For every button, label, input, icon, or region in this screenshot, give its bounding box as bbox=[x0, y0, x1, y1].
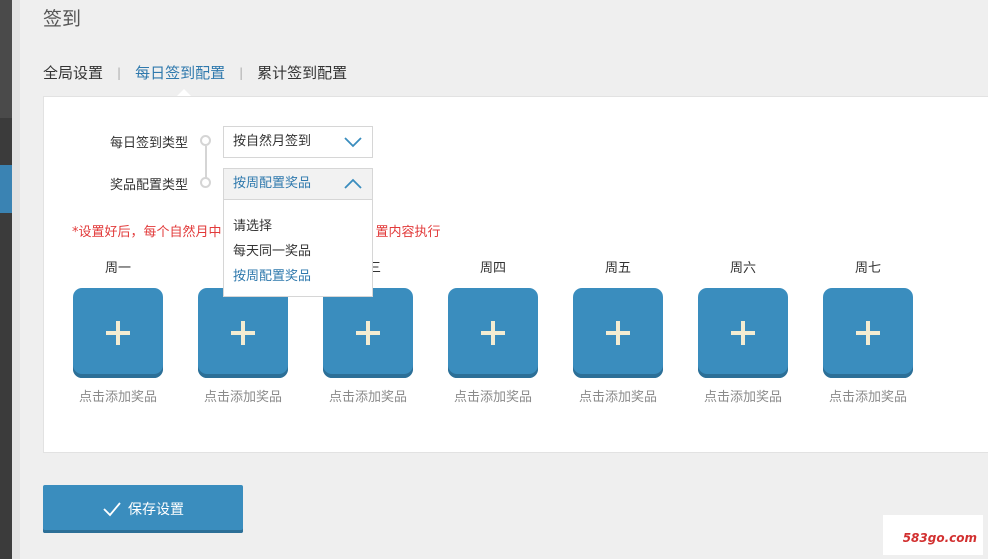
sidebar-dark-block bbox=[0, 0, 12, 118]
step-dot bbox=[200, 135, 211, 146]
add-prize-button[interactable] bbox=[73, 288, 163, 378]
watermark-text: 583go.com bbox=[902, 531, 977, 545]
dropdown-option[interactable]: 每天同一奖品 bbox=[224, 239, 372, 264]
page-title: 签到 bbox=[43, 8, 82, 30]
day-name: 周四 bbox=[479, 261, 506, 276]
add-prize-button[interactable] bbox=[698, 288, 788, 378]
watermark: 583go.com bbox=[883, 515, 983, 555]
add-prize-button[interactable] bbox=[198, 288, 288, 378]
save-button-label: 保存设置 bbox=[128, 502, 184, 518]
day-column: 周四 点击添加奖品 bbox=[448, 260, 538, 405]
prize-type-select[interactable]: 按周配置奖品 bbox=[223, 168, 373, 200]
sidebar-active-indicator[interactable] bbox=[0, 165, 12, 213]
day-column: 周五 点击添加奖品 bbox=[573, 260, 663, 405]
warning-text-right: 置内容执行 bbox=[375, 225, 441, 240]
day-name: 周五 bbox=[604, 261, 631, 276]
add-prize-button[interactable] bbox=[323, 288, 413, 378]
plus-icon bbox=[231, 321, 255, 345]
add-prize-button[interactable] bbox=[823, 288, 913, 378]
day-name: 周一 bbox=[104, 261, 131, 276]
plus-icon bbox=[481, 321, 505, 345]
prize-type-value: 按周配置奖品 bbox=[233, 176, 312, 191]
plus-icon bbox=[106, 321, 130, 345]
add-prize-label[interactable]: 点击添加奖品 bbox=[318, 386, 418, 405]
tab-global-settings[interactable]: 全局设置 bbox=[43, 62, 103, 83]
warning-text-left: *设置好后，每个自然月中 bbox=[72, 225, 222, 240]
plus-icon bbox=[356, 321, 380, 345]
weekly-prize-grid: 周一 点击添加奖品 周二 点击添加奖品 周三 点击添加奖品 周四 点击添加奖品 … bbox=[73, 260, 923, 410]
plus-icon bbox=[856, 321, 880, 345]
step-dot bbox=[200, 177, 211, 188]
add-prize-label[interactable]: 点击添加奖品 bbox=[68, 386, 168, 405]
left-sidebar-strip bbox=[0, 0, 12, 559]
save-settings-button[interactable]: 保存设置 bbox=[43, 485, 243, 533]
day-column: 周一 点击添加奖品 bbox=[73, 260, 163, 405]
plus-icon bbox=[731, 321, 755, 345]
add-prize-label[interactable]: 点击添加奖品 bbox=[443, 386, 543, 405]
daily-type-value: 按自然月签到 bbox=[233, 134, 312, 149]
plus-icon bbox=[606, 321, 630, 345]
tab-daily-checkin[interactable]: 每日签到配置 bbox=[135, 62, 225, 83]
tab-separator: | bbox=[117, 65, 122, 80]
add-prize-label[interactable]: 点击添加奖品 bbox=[693, 386, 793, 405]
add-prize-button[interactable] bbox=[448, 288, 538, 378]
add-prize-label[interactable]: 点击添加奖品 bbox=[193, 386, 293, 405]
tab-separator: | bbox=[239, 65, 244, 80]
add-prize-button[interactable] bbox=[573, 288, 663, 378]
prize-type-label: 奖品配置类型 bbox=[109, 178, 188, 193]
add-prize-label[interactable]: 点击添加奖品 bbox=[568, 386, 668, 405]
dropdown-option[interactable]: 请选择 bbox=[224, 214, 372, 239]
tab-bar: 全局设置 | 每日签到配置 | 累计签到配置 bbox=[43, 62, 347, 83]
prize-type-dropdown: 请选择 每天同一奖品 按周配置奖品 bbox=[223, 200, 373, 297]
tab-cumulative-checkin[interactable]: 累计签到配置 bbox=[257, 62, 347, 83]
daily-type-label: 每日签到类型 bbox=[109, 136, 188, 151]
daily-type-select[interactable]: 按自然月签到 bbox=[223, 126, 373, 158]
chevron-down-icon bbox=[344, 137, 362, 148]
sidebar-gutter bbox=[12, 0, 20, 559]
day-column: 周六 点击添加奖品 bbox=[698, 260, 788, 405]
dropdown-option-selected[interactable]: 按周配置奖品 bbox=[224, 264, 372, 289]
chevron-up-icon bbox=[344, 178, 362, 189]
day-name: 周六 bbox=[729, 261, 756, 276]
step-connector bbox=[205, 146, 207, 178]
day-column: 周七 点击添加奖品 bbox=[823, 260, 913, 405]
add-prize-label[interactable]: 点击添加奖品 bbox=[818, 386, 918, 405]
check-icon bbox=[103, 502, 121, 517]
day-name: 周七 bbox=[854, 261, 881, 276]
